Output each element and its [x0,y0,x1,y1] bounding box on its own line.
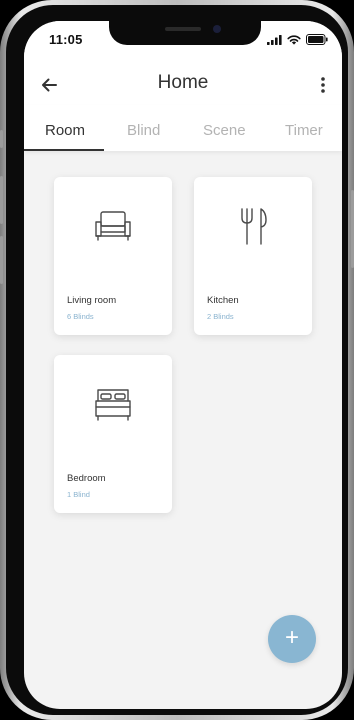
room-blind-count: 1 Blind [67,490,90,499]
battery-icon [306,34,328,45]
phone-frame: 11:05 Home Room Blind Scene Timer Living… [0,0,354,720]
tab-blind[interactable]: Blind [127,122,160,139]
more-vertical-icon[interactable] [318,74,328,96]
mute-switch [0,130,3,148]
room-name: Living room [67,295,117,306]
room-card-living-room[interactable]: Living room 6 Blinds [54,177,172,335]
status-bar: 11:05 [24,21,342,65]
plus-icon: + [284,624,299,651]
tab-scene[interactable]: Scene [203,122,246,139]
tab-bar: Room Blind Scene Timer [24,105,342,151]
speaker [165,27,201,31]
wifi-icon [287,34,301,45]
bed-icon [95,389,131,421]
screen: 11:05 Home Room Blind Scene Timer Living… [24,21,342,709]
room-name: Bedroom [67,473,106,484]
room-card-bedroom[interactable]: Bedroom 1 Blind [54,355,172,513]
signal-icon [267,34,282,45]
active-tab-indicator [24,149,104,151]
fork-knife-icon [241,208,267,245]
status-time: 11:05 [49,32,83,47]
tab-room[interactable]: Room [45,122,85,139]
add-room-button[interactable]: + [268,615,316,663]
volume-down-button [0,236,3,284]
tab-timer[interactable]: Timer [285,122,323,139]
armchair-icon [95,211,131,241]
status-icons [267,34,328,45]
room-name: Kitchen [207,295,239,306]
volume-up-button [0,176,3,224]
app-header: Home [24,65,342,105]
room-card-kitchen[interactable]: Kitchen 2 Blinds [194,177,312,335]
page-title: Home [157,72,209,93]
room-blind-count: 6 Blinds [67,312,94,321]
room-blind-count: 2 Blinds [207,312,234,321]
notch [109,21,261,45]
bezel: 11:05 Home Room Blind Scene Timer Living… [6,5,348,715]
front-camera [213,25,221,33]
